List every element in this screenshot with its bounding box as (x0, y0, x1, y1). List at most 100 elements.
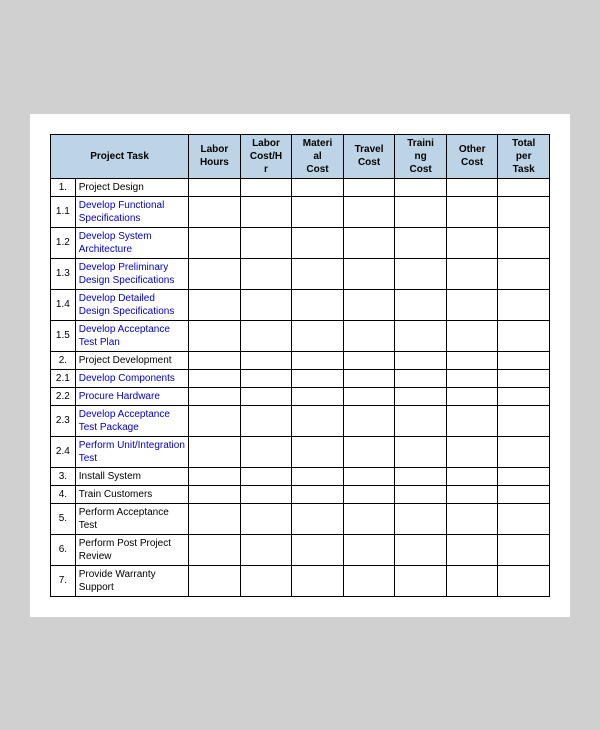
data-cell[interactable] (292, 196, 344, 227)
data-cell[interactable] (292, 436, 344, 467)
data-cell[interactable] (189, 178, 241, 196)
data-cell[interactable] (446, 485, 498, 503)
data-cell[interactable] (395, 258, 447, 289)
data-cell[interactable] (343, 436, 395, 467)
data-cell[interactable] (189, 503, 241, 534)
data-cell[interactable] (189, 485, 241, 503)
data-cell[interactable] (446, 467, 498, 485)
data-cell[interactable] (343, 534, 395, 565)
data-cell[interactable] (189, 351, 241, 369)
data-cell[interactable] (292, 565, 344, 596)
data-cell[interactable] (343, 196, 395, 227)
data-cell[interactable] (395, 485, 447, 503)
data-cell[interactable] (498, 178, 550, 196)
data-cell[interactable] (498, 485, 550, 503)
data-cell[interactable] (498, 436, 550, 467)
data-cell[interactable] (498, 565, 550, 596)
data-cell[interactable] (292, 178, 344, 196)
data-cell[interactable] (395, 467, 447, 485)
data-cell[interactable] (292, 289, 344, 320)
data-cell[interactable] (292, 227, 344, 258)
data-cell[interactable] (189, 405, 241, 436)
data-cell[interactable] (240, 369, 292, 387)
data-cell[interactable] (446, 289, 498, 320)
data-cell[interactable] (189, 534, 241, 565)
data-cell[interactable] (395, 534, 447, 565)
data-cell[interactable] (292, 405, 344, 436)
data-cell[interactable] (343, 320, 395, 351)
data-cell[interactable] (395, 320, 447, 351)
data-cell[interactable] (446, 178, 498, 196)
data-cell[interactable] (343, 369, 395, 387)
data-cell[interactable] (240, 565, 292, 596)
data-cell[interactable] (498, 369, 550, 387)
data-cell[interactable] (240, 178, 292, 196)
data-cell[interactable] (343, 258, 395, 289)
data-cell[interactable] (240, 467, 292, 485)
data-cell[interactable] (446, 196, 498, 227)
data-cell[interactable] (498, 503, 550, 534)
data-cell[interactable] (189, 467, 241, 485)
data-cell[interactable] (240, 227, 292, 258)
data-cell[interactable] (240, 485, 292, 503)
data-cell[interactable] (292, 503, 344, 534)
data-cell[interactable] (240, 405, 292, 436)
data-cell[interactable] (446, 405, 498, 436)
data-cell[interactable] (189, 436, 241, 467)
data-cell[interactable] (343, 387, 395, 405)
data-cell[interactable] (395, 565, 447, 596)
data-cell[interactable] (189, 320, 241, 351)
data-cell[interactable] (446, 258, 498, 289)
data-cell[interactable] (189, 289, 241, 320)
data-cell[interactable] (343, 467, 395, 485)
data-cell[interactable] (446, 565, 498, 596)
data-cell[interactable] (240, 289, 292, 320)
data-cell[interactable] (292, 485, 344, 503)
data-cell[interactable] (395, 289, 447, 320)
data-cell[interactable] (343, 289, 395, 320)
data-cell[interactable] (395, 227, 447, 258)
data-cell[interactable] (292, 534, 344, 565)
data-cell[interactable] (498, 196, 550, 227)
data-cell[interactable] (498, 351, 550, 369)
data-cell[interactable] (292, 467, 344, 485)
data-cell[interactable] (395, 405, 447, 436)
data-cell[interactable] (240, 387, 292, 405)
data-cell[interactable] (189, 565, 241, 596)
data-cell[interactable] (343, 485, 395, 503)
data-cell[interactable] (395, 436, 447, 467)
data-cell[interactable] (189, 227, 241, 258)
data-cell[interactable] (292, 258, 344, 289)
data-cell[interactable] (189, 196, 241, 227)
data-cell[interactable] (292, 351, 344, 369)
data-cell[interactable] (343, 227, 395, 258)
data-cell[interactable] (498, 320, 550, 351)
data-cell[interactable] (446, 227, 498, 258)
data-cell[interactable] (240, 351, 292, 369)
data-cell[interactable] (395, 196, 447, 227)
data-cell[interactable] (240, 258, 292, 289)
data-cell[interactable] (498, 405, 550, 436)
data-cell[interactable] (292, 387, 344, 405)
data-cell[interactable] (292, 369, 344, 387)
data-cell[interactable] (395, 178, 447, 196)
data-cell[interactable] (240, 503, 292, 534)
data-cell[interactable] (240, 196, 292, 227)
data-cell[interactable] (395, 503, 447, 534)
data-cell[interactable] (240, 436, 292, 467)
data-cell[interactable] (343, 503, 395, 534)
data-cell[interactable] (395, 351, 447, 369)
data-cell[interactable] (292, 320, 344, 351)
data-cell[interactable] (189, 258, 241, 289)
data-cell[interactable] (446, 534, 498, 565)
data-cell[interactable] (498, 387, 550, 405)
data-cell[interactable] (498, 227, 550, 258)
data-cell[interactable] (446, 436, 498, 467)
data-cell[interactable] (395, 387, 447, 405)
data-cell[interactable] (189, 369, 241, 387)
data-cell[interactable] (498, 258, 550, 289)
data-cell[interactable] (446, 503, 498, 534)
data-cell[interactable] (343, 405, 395, 436)
data-cell[interactable] (446, 351, 498, 369)
data-cell[interactable] (343, 178, 395, 196)
